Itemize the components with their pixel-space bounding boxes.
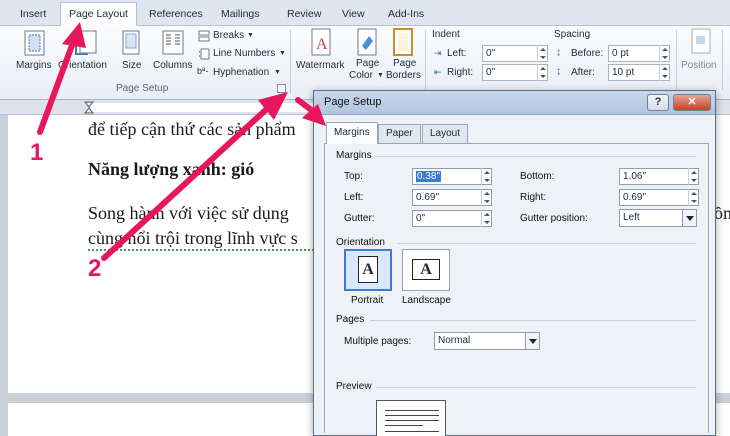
annotation-overlay (37, 22, 326, 261)
annotation-number-2: 2 (88, 255, 102, 282)
annotation-number-1: 1 (30, 139, 44, 166)
annotation-arrow-1 (37, 22, 86, 135)
annotation-arrow-2 (101, 92, 288, 261)
annotation-arrow-3 (295, 97, 326, 126)
